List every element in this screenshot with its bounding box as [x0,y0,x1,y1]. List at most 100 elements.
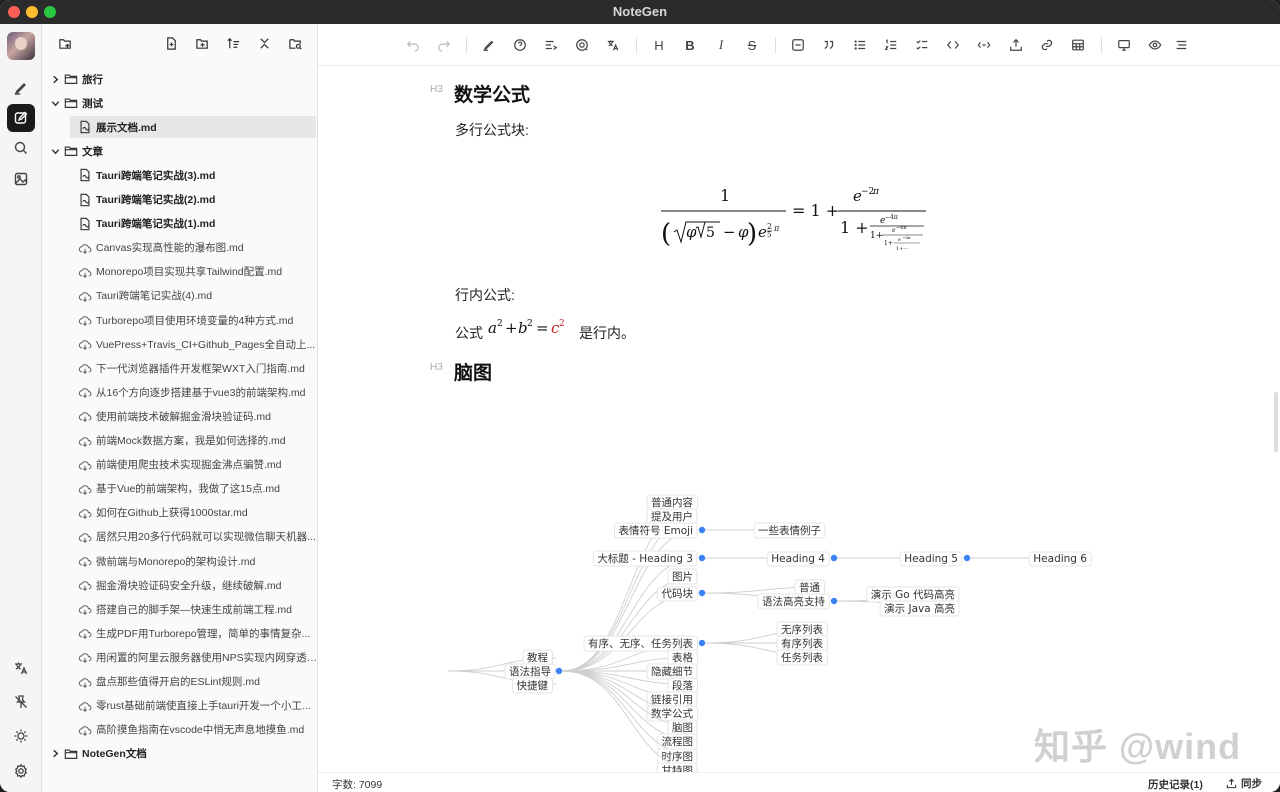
eye-icon[interactable] [1145,35,1165,55]
sync-folder-icon[interactable] [54,32,76,54]
tree-folder[interactable]: 旅行 [42,68,318,90]
tree-cloud-file[interactable]: Monorepo项目实现共享Tailwind配置.md [42,261,318,283]
tree-cloud-file[interactable]: 居然只用20多行代码就可以实现微信聊天机器... [42,526,318,548]
mindmap-leaf-node[interactable]: 一些表情例子 [753,522,826,539]
editor-scrollbar[interactable] [1274,392,1278,452]
mindmap-leaf-node[interactable]: 任务列表 [776,649,828,666]
avatar[interactable] [7,32,35,60]
upload-icon[interactable] [1006,35,1026,55]
check-list-icon[interactable] [912,35,932,55]
tree-file[interactable]: Tauri跨端笔记实战(3).md [42,164,318,186]
edit-note-icon[interactable] [7,104,35,132]
mindmap-root-node[interactable]: 快捷键 [512,677,553,694]
mindmap-collapse-dot[interactable] [830,554,838,562]
tree-cloud-file[interactable]: 前端Mock数据方案，我是如何选择的.md [42,430,318,452]
mindmap-branch-node[interactable]: 有序、无序、任务列表 [583,635,698,652]
tree-folder[interactable]: NoteGen文档 [42,743,318,765]
mindmap-branch-node[interactable]: 普通内容 [646,494,698,511]
maximize-window-button[interactable] [44,6,56,18]
tree-file[interactable]: Tauri跨端笔记实战(2).md [42,189,318,211]
italic-icon[interactable]: I [711,35,731,55]
mindmap-root-node[interactable]: 教程 [522,649,553,666]
strike-icon[interactable]: S [742,35,762,55]
monitor-icon[interactable] [1114,35,1134,55]
continue-icon[interactable] [541,35,561,55]
question-icon[interactable] [510,35,530,55]
minimize-window-button[interactable] [26,6,38,18]
mindmap-leaf-node[interactable]: 语法高亮支持 [757,593,830,610]
translate-icon[interactable] [603,35,623,55]
mindmap-branch-node[interactable]: 时序图 [657,748,698,765]
sync-button[interactable]: 同步 [1226,776,1262,791]
tree-file[interactable]: 展示文档.md [70,116,316,139]
mindmap-branch-node[interactable]: 隐藏细节 [646,663,698,680]
line-icon[interactable] [788,35,808,55]
collapse-icon[interactable] [253,32,275,54]
mindmap[interactable]: 教程语法指导快捷键 普通内容提及用户表情符号 Emoji 大标题 - Heading… [448,416,1118,772]
new-file-icon[interactable] [160,32,182,54]
image-icon[interactable] [7,165,35,193]
tree-folder[interactable]: 文章 [42,140,318,162]
mindmap-branch-node[interactable]: 提及用户 [646,508,698,525]
list-icon[interactable] [850,35,870,55]
mindmap-collapse-dot[interactable] [830,597,838,605]
mindmap-collapse-dot[interactable] [698,554,706,562]
mindmap-collapse-dot[interactable] [698,639,706,647]
brush-icon[interactable] [479,35,499,55]
mindmap-collapse-dot[interactable] [698,526,706,534]
mindmap-leaf-node[interactable]: 演示 Go 代码高亮 [866,586,960,603]
tree-cloud-file[interactable]: 搭建自己的脚手架—快速生成前端工程.md [42,598,318,620]
folder-search-icon[interactable] [284,32,306,54]
mindmap-leaf-node[interactable]: Heading 4 [766,551,830,567]
mindmap-leaf-node[interactable]: 普通 [794,579,825,596]
proofread-icon[interactable] [572,35,592,55]
mindmap-leaf-node[interactable]: 演示 Java 高亮 [879,600,960,617]
mindmap-collapse-dot[interactable] [698,589,706,597]
settings-icon[interactable] [7,757,35,785]
sort-icon[interactable] [222,32,244,54]
tree-cloud-file[interactable]: 从16个方向逐步搭建基于vue3的前端架构.md [42,381,318,403]
tree-cloud-file[interactable]: 盘点那些值得开启的ESLint规则.md [42,671,318,693]
tree-cloud-file[interactable]: Canvas实现高性能的瀑布图.md [42,237,318,259]
tree-cloud-file[interactable]: 微前端与Monorepo的架构设计.md [42,550,318,572]
mindmap-leaf-node[interactable]: Heading 5 [899,551,963,567]
mindmap-leaf-node[interactable]: Heading 6 [1028,551,1092,567]
mindmap-root-node[interactable]: 语法指导 [504,663,556,680]
quote-icon[interactable] [819,35,839,55]
tree-cloud-file[interactable]: 零rust基础前端使直接上手tauri开发一个小工... [42,695,318,717]
mindmap-branch-node[interactable]: 表情符号 Emoji [614,522,698,539]
tree-cloud-file[interactable]: VuePress+Travis_CI+Github_Pages全自动上... [42,333,318,355]
tree-folder[interactable]: 测试 [42,92,318,114]
mindmap-leaf-node[interactable]: 无序列表 [776,621,828,638]
editor-content[interactable]: H3 数学公式 多行公式块: 1 ( φ 5 − φ ) e 2 5 π = 1… [318,66,1280,772]
tree-cloud-file[interactable]: 掘金滑块验证码安全升级，继续破解.md [42,574,318,596]
tree-cloud-file[interactable]: 下一代浏览器插件开发框架WXT入门指南.md [42,357,318,379]
table-icon[interactable] [1068,35,1088,55]
close-window-button[interactable] [8,6,20,18]
search-icon[interactable] [7,134,35,162]
mindmap-collapse-dot[interactable] [963,554,971,562]
tree-file[interactable]: Tauri跨端笔记实战(1).md [42,213,318,235]
ordered-list-icon[interactable] [881,35,901,55]
new-folder-icon[interactable] [191,32,213,54]
tree-cloud-file[interactable]: 生成PDF用Turborepo管理，简单的事情复杂... [42,622,318,644]
tree-cloud-file[interactable]: 如何在Github上获得1000star.md [42,502,318,524]
pen-icon[interactable] [7,74,35,102]
mindmap-branch-node[interactable]: 甘特图 [657,762,698,772]
tree-cloud-file[interactable]: Tauri跨端笔记实战(4).md [42,285,318,307]
mindmap-branch-node[interactable]: 段落 [667,677,698,694]
pin-off-icon[interactable] [7,688,35,716]
mindmap-branch-node[interactable]: 数学公式 [646,705,698,722]
mindmap-branch-node[interactable]: 大标题 - Heading 3 [592,550,698,567]
code-icon[interactable] [943,35,963,55]
bold-icon[interactable]: B [680,35,700,55]
mindmap-leaf-node[interactable]: 有序列表 [776,635,828,652]
tree-cloud-file[interactable]: 用闲置的阿里云服务器使用NPS实现内网穿透.md [42,646,318,668]
mindmap-collapse-dot[interactable] [555,667,563,675]
mindmap-branch-node[interactable]: 表格 [667,649,698,666]
redo-icon[interactable] [434,35,454,55]
tree-cloud-file[interactable]: 前端使用爬虫技术实现掘金沸点骗赞.md [42,454,318,476]
tree-cloud-file[interactable]: 高阶摸鱼指南在vscode中悄无声息地摸鱼.md [42,719,318,741]
tree-cloud-file[interactable]: Turborepo项目使用环境变量的4种方式.md [42,309,318,331]
mindmap-branch-node[interactable]: 代码块 [657,586,698,602]
